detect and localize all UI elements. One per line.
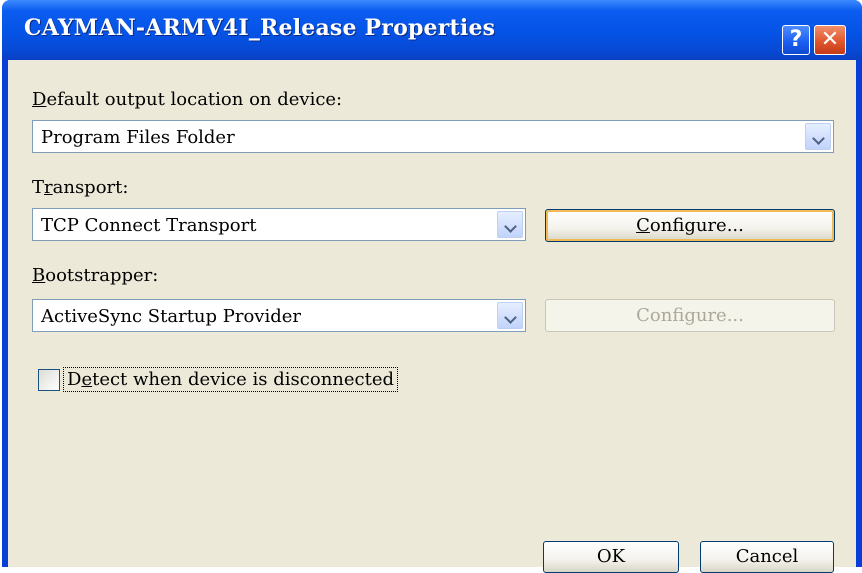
cancel-button[interactable]: Cancel bbox=[700, 541, 834, 573]
properties-dialog: CAYMAN-ARMV4I_Release Properties ? ✕ Def… bbox=[2, 0, 862, 573]
close-button[interactable]: ✕ bbox=[814, 25, 846, 55]
transport-dropdown[interactable]: TCP Connect Transport bbox=[32, 208, 526, 241]
dialog-title: CAYMAN-ARMV4I_Release Properties bbox=[24, 15, 496, 41]
chevron-down-icon[interactable] bbox=[805, 123, 831, 150]
bootstrapper-label: Bootstrapper: bbox=[32, 265, 159, 286]
help-button[interactable]: ? bbox=[782, 25, 810, 55]
detect-disconnect-checkbox[interactable] bbox=[38, 369, 60, 391]
chevron-down-icon[interactable] bbox=[497, 211, 523, 238]
bootstrapper-dropdown[interactable]: ActiveSync Startup Provider bbox=[32, 299, 526, 332]
output-location-label: Default output location on device: bbox=[32, 89, 343, 110]
chevron-down-icon[interactable] bbox=[497, 302, 523, 329]
ok-button[interactable]: OK bbox=[543, 541, 679, 573]
output-location-value: Program Files Folder bbox=[41, 127, 235, 148]
output-location-dropdown[interactable]: Program Files Folder bbox=[32, 120, 834, 153]
bootstrapper-value: ActiveSync Startup Provider bbox=[41, 306, 302, 327]
transport-label: Transport: bbox=[32, 177, 129, 198]
transport-value: TCP Connect Transport bbox=[41, 215, 257, 236]
detect-disconnect-label[interactable]: Detect when device is disconnected bbox=[62, 367, 399, 392]
title-bar[interactable]: CAYMAN-ARMV4I_Release Properties ? ✕ bbox=[2, 0, 862, 60]
dialog-body: Default output location on device: Progr… bbox=[8, 60, 856, 573]
transport-configure-button[interactable]: Configure... bbox=[545, 209, 835, 242]
bootstrapper-configure-button: Configure... bbox=[545, 299, 835, 332]
